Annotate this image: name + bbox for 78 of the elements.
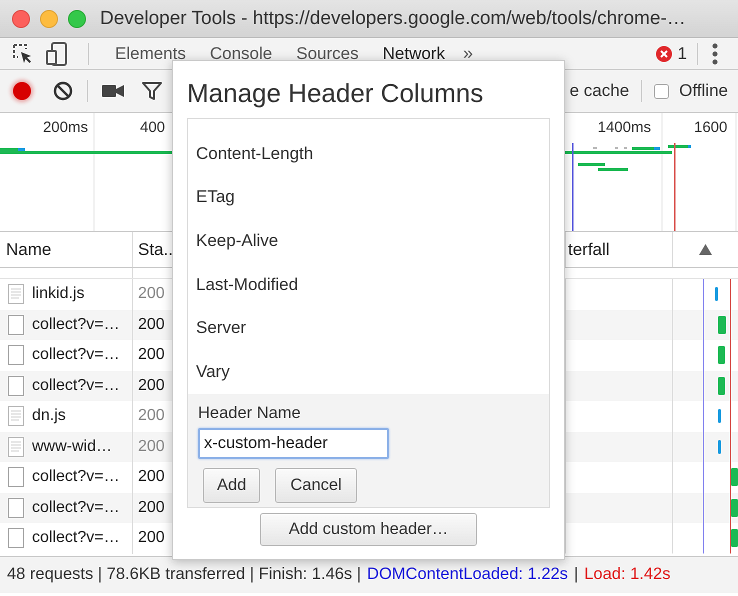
timing-bar [718, 376, 725, 395]
file-name[interactable]: collect?v=… [32, 346, 120, 364]
offline-checkbox[interactable] [654, 84, 670, 98]
blank-file-icon [8, 528, 24, 548]
file-name[interactable]: collect?v=… [32, 376, 120, 395]
status-code: 200 [137, 468, 166, 486]
time-tick-label: 400 [140, 119, 166, 136]
blank-file-icon [8, 345, 24, 366]
window-title: Developer Tools - https://developers.google.com/web/tools/chrome-… [100, 8, 686, 30]
status-code: 200 [137, 529, 166, 548]
menu-icon[interactable] [712, 42, 718, 64]
status-code: 200 [137, 346, 166, 364]
timing-bar [731, 468, 738, 486]
column-header[interactable]: Name [0, 232, 133, 267]
status-code: 200 [137, 316, 166, 334]
offline-label: Offline [679, 81, 728, 101]
field-label: Header Name [198, 404, 301, 423]
header-item[interactable]: ETag [188, 176, 549, 220]
status-code: 200 [137, 498, 166, 517]
file-name[interactable]: www-wid… [32, 438, 112, 456]
dialog-title: Manage Header Columns [187, 78, 484, 109]
file-name[interactable]: collect?v=… [32, 529, 120, 548]
add-custom-header-button[interactable]: Add custom header… [260, 513, 477, 546]
more-tabs-button[interactable]: » [462, 43, 473, 64]
file-name[interactable]: collect?v=… [32, 316, 120, 334]
status-code: 200 [137, 407, 166, 426]
timing-bar [718, 409, 721, 424]
status-code: 200 [137, 376, 166, 395]
timing-bar [715, 287, 718, 302]
error-count: 1 [678, 44, 687, 64]
blank-file-icon [8, 376, 24, 396]
sort-ascending-icon[interactable] [699, 244, 712, 255]
timing-bar [731, 529, 738, 548]
dom-content-loaded-time: DOMContentLoaded: 1.22s [367, 565, 568, 584]
file-name[interactable]: collect?v=… [32, 468, 120, 486]
load-time: Load: 1.42s [584, 565, 670, 584]
timing-bar [718, 346, 725, 364]
script-file-icon [8, 406, 24, 426]
header-item[interactable]: Content-Length [188, 132, 549, 176]
camera-icon[interactable] [102, 83, 124, 99]
timing-bar [718, 316, 726, 334]
file-name[interactable]: collect?v=… [32, 498, 120, 517]
status-code: 200 [137, 438, 166, 456]
request-summary: 48 requests | 78.6KB transferred | Finish: 1.46s | [7, 565, 362, 584]
filter-icon[interactable] [142, 81, 162, 101]
separator-text: | [574, 565, 578, 584]
device-toolbar-icon[interactable] [46, 42, 68, 66]
dialog-button[interactable]: Cancel [275, 468, 357, 503]
column-header[interactable]: Sta.. [133, 232, 173, 267]
dialog-button[interactable]: Add [203, 468, 260, 503]
inspect-icon[interactable] [12, 42, 34, 64]
panel-tab[interactable]: Network [372, 38, 459, 69]
clear-icon[interactable] [53, 81, 73, 101]
header-name-field[interactable]: x-custom-header [198, 428, 389, 459]
header-item[interactable]: Vary [188, 350, 549, 394]
script-file-icon [8, 436, 24, 457]
file-name[interactable]: linkid.js [32, 285, 84, 304]
timing-bar [718, 440, 721, 454]
blank-file-icon [8, 467, 24, 488]
header-item[interactable]: Server [188, 306, 549, 350]
timing-bar [731, 498, 738, 517]
header-item[interactable]: Last-Modified [188, 262, 549, 307]
file-name[interactable]: dn.js [32, 407, 66, 426]
disable-cache-label: e cache [570, 81, 630, 101]
error-icon[interactable] [656, 46, 672, 62]
window-control-button[interactable] [12, 10, 30, 28]
panel-tab[interactable]: Sources [286, 38, 373, 69]
panel-tab[interactable]: Elements [105, 38, 200, 69]
blank-file-icon [8, 498, 24, 518]
header-item[interactable]: Keep-Alive [188, 219, 549, 263]
panel-tab[interactable]: Console [200, 38, 286, 69]
blank-file-icon [8, 314, 24, 335]
time-tick-label: 1400ms [598, 119, 651, 136]
time-tick-label: 200ms [42, 119, 88, 136]
time-tick-label: 1600 [694, 119, 728, 136]
script-file-icon [8, 284, 24, 304]
record-button[interactable] [13, 82, 31, 100]
status-code: 200 [137, 285, 166, 304]
